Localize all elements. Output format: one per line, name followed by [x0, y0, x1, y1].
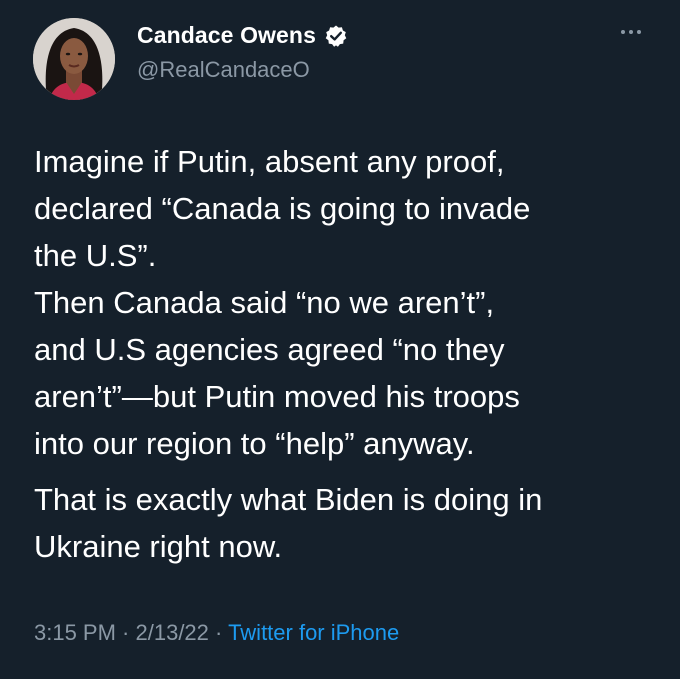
verified-badge-icon: [324, 24, 348, 48]
tweet-time[interactable]: 3:15 PM: [34, 620, 116, 645]
tweet-line: aren’t”—but Putin moved his troops: [34, 379, 520, 414]
meta-separator: ·: [208, 620, 229, 645]
tweet-source-link[interactable]: Twitter for iPhone: [228, 620, 399, 645]
tweet-metadata: 3:15 PM · 2/13/22 · Twitter for iPhone: [34, 620, 399, 646]
user-name-row: Candace Owens: [137, 22, 348, 49]
tweet-paragraph: Imagine if Putin, absent any proof, decl…: [34, 138, 654, 467]
tweet-date[interactable]: 2/13/22: [136, 620, 209, 645]
tweet-line: That is exactly what Biden is doing in: [34, 482, 543, 517]
more-options-icon[interactable]: [616, 22, 646, 42]
tweet-line: Imagine if Putin, absent any proof,: [34, 144, 505, 179]
user-handle[interactable]: @RealCandaceO: [137, 57, 310, 83]
tweet-line: Ukraine right now.: [34, 529, 283, 564]
tweet-text: Imagine if Putin, absent any proof, decl…: [34, 138, 654, 570]
tweet-line: into our region to “help” anyway.: [34, 426, 475, 461]
tweet-line: Then Canada said “no we aren’t”,: [34, 285, 495, 320]
avatar[interactable]: [33, 18, 115, 100]
tweet-line: declared “Canada is going to invade: [34, 191, 531, 226]
tweet-line: the U.S”.: [34, 238, 157, 273]
avatar-image: [33, 18, 115, 100]
tweet-line: and U.S agencies agreed “no they: [34, 332, 505, 367]
tweet-paragraph: That is exactly what Biden is doing in U…: [34, 476, 654, 570]
display-name[interactable]: Candace Owens: [137, 22, 316, 49]
meta-separator: ·: [115, 620, 136, 645]
tweet-card: Candace Owens @RealCandaceO Imagine if P…: [0, 0, 680, 679]
